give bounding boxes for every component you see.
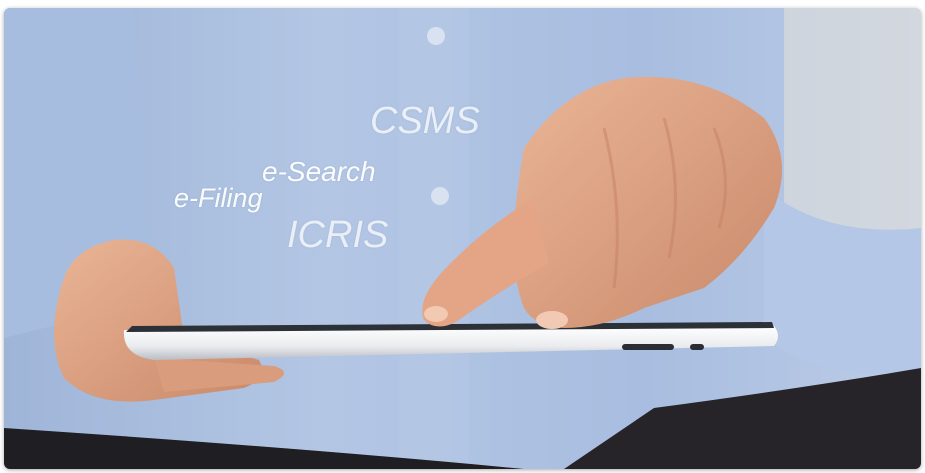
floating-word-icris: ICRIS [287, 214, 389, 256]
floating-word-efiling: e-Filing [174, 183, 263, 213]
floating-word-csms: CSMS [370, 100, 480, 142]
shirt-placket [399, 8, 469, 469]
hero-photo: CSMS e-Search e-Filing ICRIS [4, 8, 921, 469]
floating-word-esearch: e-Search [262, 156, 376, 187]
tablet-volume-button [622, 344, 674, 350]
shirt-button [431, 187, 449, 205]
fingernail [536, 311, 568, 329]
tablet-switch [690, 344, 704, 350]
fingernail [424, 306, 448, 322]
photo-scene [4, 8, 921, 469]
shirt-button [427, 27, 445, 45]
